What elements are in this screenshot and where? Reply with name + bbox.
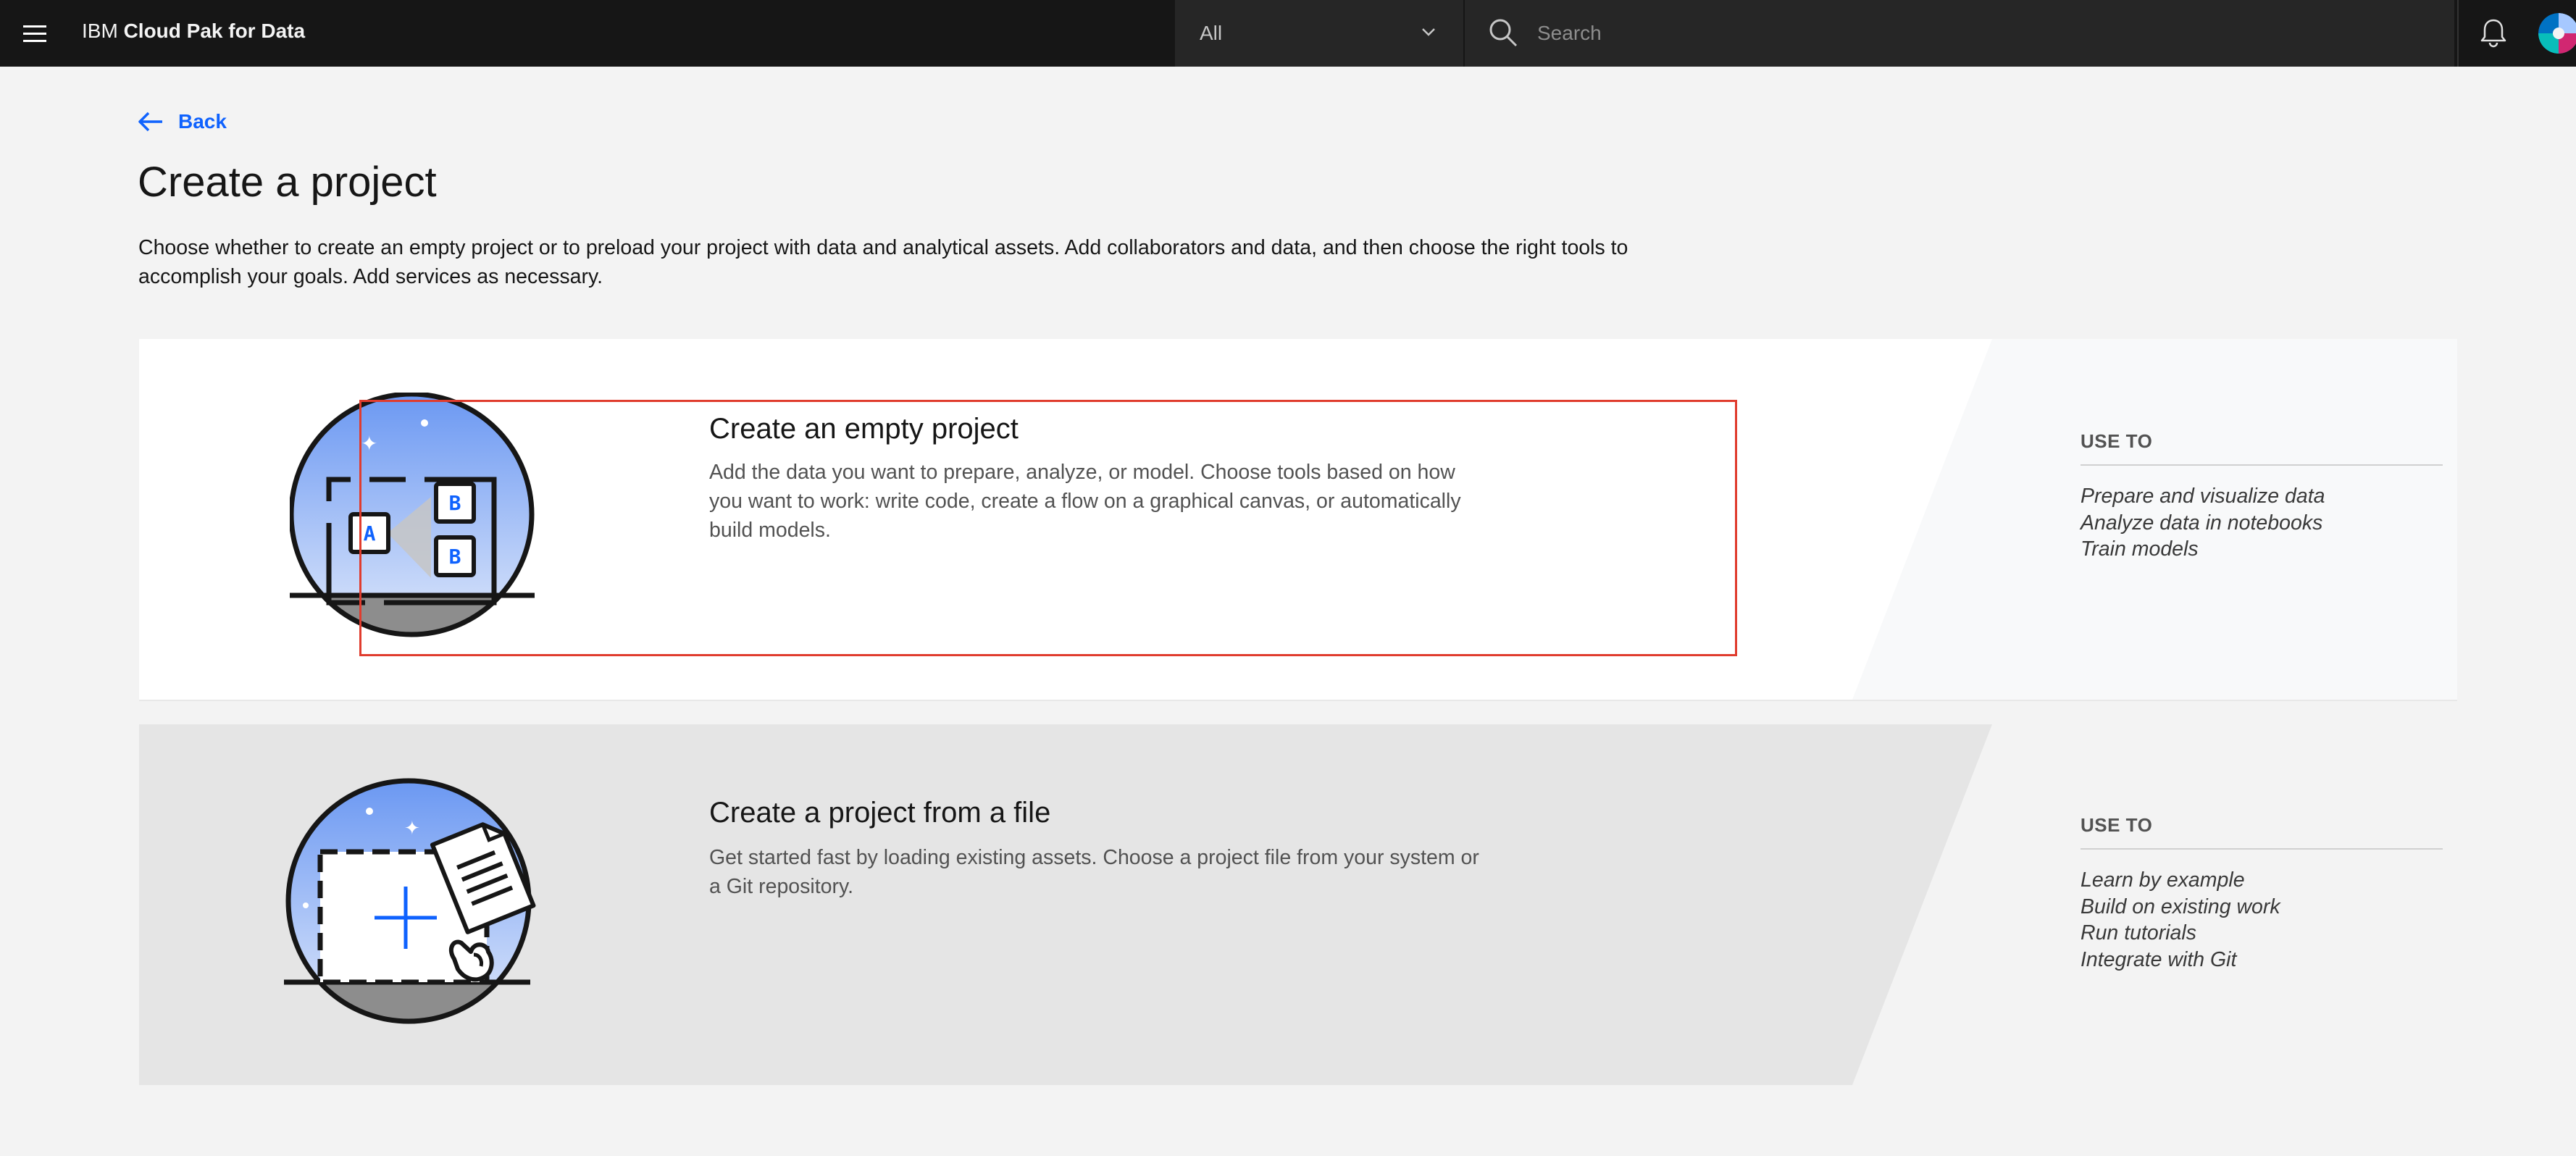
use-to-item: Learn by example <box>2081 868 2245 892</box>
hamburger-menu-icon[interactable] <box>16 14 54 52</box>
card-description: Add the data you want to prepare, analyz… <box>709 461 1461 542</box>
notifications-button[interactable] <box>2457 0 2525 67</box>
use-to-panel: USE TO Learn by example Build on existin… <box>2081 814 2443 973</box>
use-to-item: Integrate with Git <box>2081 947 2237 971</box>
top-header: IBM Cloud Pak for Data All <box>0 0 2576 67</box>
brand-name: Cloud Pak for Data <box>123 20 306 42</box>
create-project-from-file-card[interactable]: ✦ Create a project from a file Get start… <box>139 724 2457 1085</box>
search-scope-dropdown[interactable]: All <box>1175 0 1465 67</box>
box-letter-b: B <box>449 545 461 569</box>
product-brand[interactable]: IBM Cloud Pak for Data <box>82 0 305 67</box>
box-letter-b: B <box>449 491 461 515</box>
card-description: Get started fast by loading existing ass… <box>709 846 1479 898</box>
use-to-item: Train models <box>2081 537 2199 561</box>
use-to-item: Prepare and visualize data <box>2081 485 2325 508</box>
use-to-panel: USE TO Prepare and visualize data Analyz… <box>2081 430 2443 563</box>
arrow-left-icon <box>138 112 162 132</box>
brand-prefix: IBM <box>82 20 118 42</box>
avatar-image <box>2538 13 2576 54</box>
page-description: Choose whether to create an empty projec… <box>138 236 1628 288</box>
use-to-label: USE TO <box>2081 814 2443 850</box>
use-to-item: Run tutorials <box>2081 921 2196 945</box>
card-title: Create an empty project <box>709 413 1019 445</box>
use-to-item: Build on existing work <box>2081 895 2280 918</box>
sparkle: ✦ <box>361 432 377 456</box>
search-input[interactable] <box>1537 0 2406 67</box>
back-label: Back <box>178 110 227 133</box>
use-to-item: Analyze data in notebooks <box>2081 511 2323 535</box>
chevron-down-icon <box>1422 28 1435 36</box>
back-link[interactable]: Back <box>138 107 227 136</box>
use-to-label: USE TO <box>2081 430 2443 466</box>
card-title: Create a project from a file <box>709 797 1051 829</box>
search-icon <box>1489 19 1518 47</box>
use-to-list: Prepare and visualize data Analyze data … <box>2081 483 2443 563</box>
use-to-list: Learn by example Build on existing work … <box>2081 867 2443 973</box>
box-letter-a: A <box>364 522 376 545</box>
empty-project-illustration: ✦ A B B <box>290 393 535 637</box>
import-file-illustration: ✦ <box>284 778 536 1024</box>
notification-bell-icon <box>2480 19 2506 48</box>
user-avatar[interactable] <box>2538 13 2576 54</box>
create-empty-project-card[interactable]: ✦ A B B Create an empty project Add the … <box>139 339 2457 700</box>
search-scope-value: All <box>1200 22 1223 44</box>
svg-text:✦: ✦ <box>404 818 420 839</box>
global-search <box>1465 0 2454 67</box>
page-title: Create a project <box>138 159 437 206</box>
